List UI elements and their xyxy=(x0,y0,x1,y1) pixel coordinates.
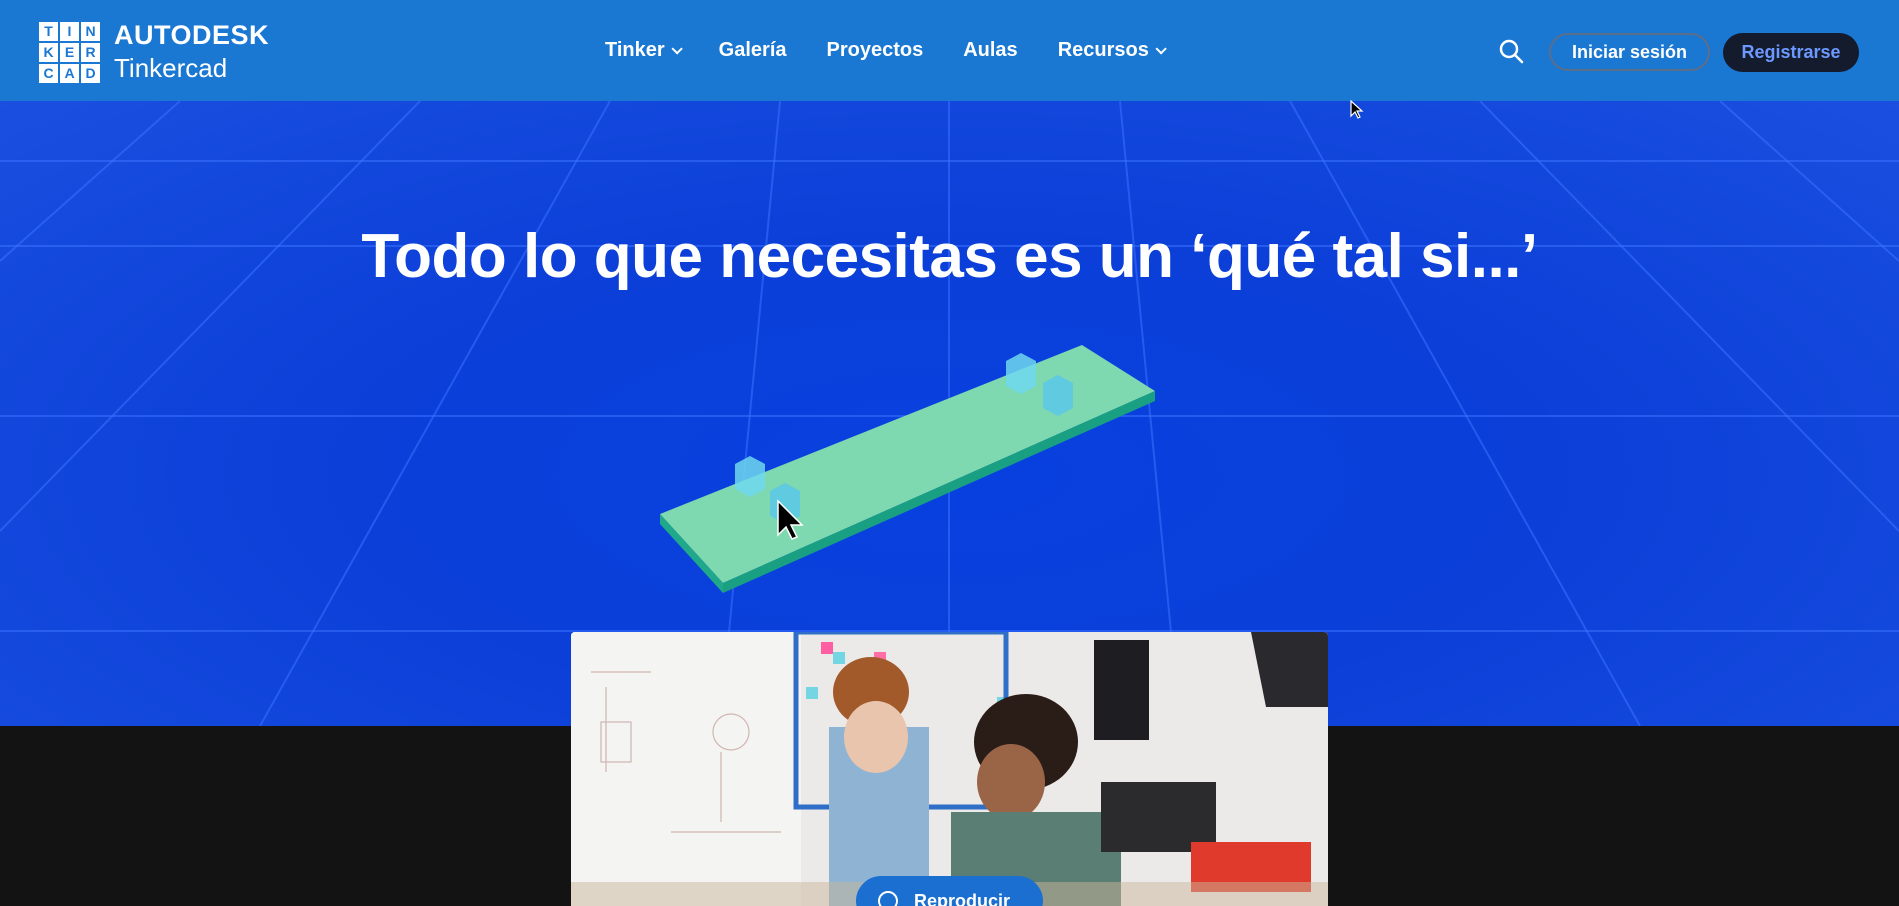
hero-title: Todo lo que necesitas es un ‘qué tal si.… xyxy=(361,222,1538,291)
logo-letter: E xyxy=(60,42,79,62)
logo-grid: T I N K E R C A D xyxy=(39,21,100,83)
site-header: T I N K E R C A D AUTODESK Tinkercad Tin… xyxy=(0,0,1899,101)
logo-letter: N xyxy=(81,21,100,41)
login-button[interactable]: Iniciar sesión xyxy=(1549,33,1710,71)
pointer-cursor-icon xyxy=(1350,100,1364,119)
classroom-photo xyxy=(571,632,1328,906)
nav-aulas[interactable]: Aulas xyxy=(963,39,1017,62)
nav-tinker[interactable]: Tinker xyxy=(605,39,683,62)
logo-letter: A xyxy=(60,63,79,83)
logo-letter: K xyxy=(39,42,58,62)
search-icon xyxy=(1499,39,1524,64)
brand-name: AUTODESK Tinkercad xyxy=(114,20,269,84)
nav-galeria[interactable]: Galería xyxy=(719,39,787,62)
logo-letter: D xyxy=(81,63,100,83)
signup-button[interactable]: Registrarse xyxy=(1723,33,1859,72)
nav-proyectos-label: Proyectos xyxy=(826,39,924,61)
nav-aulas-label: Aulas xyxy=(963,39,1018,61)
search-button[interactable] xyxy=(1498,38,1524,64)
nav-recursos[interactable]: Recursos xyxy=(1057,39,1167,62)
play-label: Reproducir xyxy=(914,890,1011,906)
logo-letter: T xyxy=(39,21,58,41)
brand-tinkercad: Tinkercad xyxy=(114,53,228,83)
logo-letter: R xyxy=(81,42,100,62)
nav-galeria-label: Galería xyxy=(718,39,787,61)
main-nav: Tinker Galería Proyectos Aulas Recursos xyxy=(605,0,1167,101)
3d-board-model xyxy=(660,345,1155,593)
chevron-down-icon xyxy=(671,42,683,55)
nav-recursos-label: Recursos xyxy=(1057,39,1149,61)
video-thumbnail[interactable]: Reproducir xyxy=(571,632,1328,906)
chevron-down-icon xyxy=(1155,42,1167,55)
play-video-button[interactable]: Reproducir xyxy=(856,876,1043,906)
nav-tinker-label: Tinker xyxy=(605,39,665,61)
logo-letter: I xyxy=(60,21,79,41)
tinkercad-logo[interactable]: T I N K E R C A D AUTODESK Tinkercad xyxy=(39,20,269,84)
play-icon xyxy=(878,891,898,906)
logo-letter: C xyxy=(39,63,58,83)
brand-autodesk: AUTODESK xyxy=(114,20,270,50)
nav-proyectos[interactable]: Proyectos xyxy=(827,39,924,62)
